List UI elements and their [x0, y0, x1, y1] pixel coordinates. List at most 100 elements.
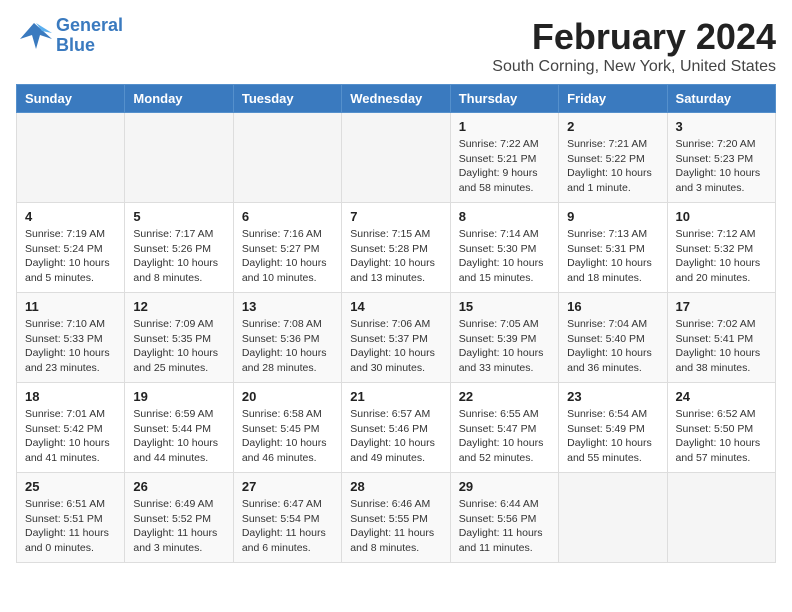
calendar-day-cell: 21 Sunrise: 6:57 AM Sunset: 5:46 PM Dayli… — [342, 383, 450, 473]
calendar-day-cell: 4Sunrise: 7:19 AM Sunset: 5:24 PM Daylig… — [17, 203, 125, 293]
day-number: 1 — [459, 119, 550, 134]
page-header: General Blue February 2024 South Corning… — [16, 16, 776, 76]
day-info: Sunrise: 7:08 AM Sunset: 5:36 PM Dayligh… — [242, 317, 333, 376]
calendar-week-row: 4Sunrise: 7:19 AM Sunset: 5:24 PM Daylig… — [17, 203, 776, 293]
calendar-day-cell — [667, 473, 775, 563]
day-info: Sunrise: 6:47 AM Sunset: 5:54 PM Dayligh… — [242, 497, 333, 556]
day-info: Sunrise: 6:54 AM Sunset: 5:49 PM Dayligh… — [567, 407, 658, 466]
calendar-day-cell: 13 Sunrise: 7:08 AM Sunset: 5:36 PM Dayli… — [233, 293, 341, 383]
day-info: Sunrise: 7:14 AM Sunset: 5:30 PM Dayligh… — [459, 227, 550, 286]
day-info: Sunrise: 7:20 AM Sunset: 5:23 PM Dayligh… — [676, 137, 767, 196]
day-number: 7 — [350, 209, 441, 224]
day-info: Sunrise: 7:09 AM Sunset: 5:35 PM Dayligh… — [133, 317, 224, 376]
day-info: Sunrise: 7:17 AM Sunset: 5:26 PM Dayligh… — [133, 227, 224, 286]
calendar-day-cell: 22 Sunrise: 6:55 AM Sunset: 5:47 PM Dayli… — [450, 383, 558, 473]
calendar-day-cell: 2Sunrise: 7:21 AM Sunset: 5:22 PM Daylig… — [559, 113, 667, 203]
day-number: 27 — [242, 479, 333, 494]
day-number: 19 — [133, 389, 224, 404]
logo-line2: Blue — [56, 36, 123, 56]
calendar-day-cell: 27 Sunrise: 6:47 AM Sunset: 5:54 PM Dayli… — [233, 473, 341, 563]
day-number: 18 — [25, 389, 116, 404]
day-number: 22 — [459, 389, 550, 404]
day-number: 8 — [459, 209, 550, 224]
day-number: 15 — [459, 299, 550, 314]
day-info: Sunrise: 7:06 AM Sunset: 5:37 PM Dayligh… — [350, 317, 441, 376]
calendar-day-cell: 8 Sunrise: 7:14 AM Sunset: 5:30 PM Daylig… — [450, 203, 558, 293]
day-of-week-header: Thursday — [450, 85, 558, 113]
day-of-week-header: Monday — [125, 85, 233, 113]
calendar-day-cell: 15 Sunrise: 7:05 AM Sunset: 5:39 PM Dayli… — [450, 293, 558, 383]
logo: General Blue — [16, 16, 123, 56]
day-info: Sunrise: 6:51 AM Sunset: 5:51 PM Dayligh… — [25, 497, 116, 556]
calendar-day-cell: 6 Sunrise: 7:16 AM Sunset: 5:27 PM Daylig… — [233, 203, 341, 293]
day-number: 16 — [567, 299, 658, 314]
day-number: 26 — [133, 479, 224, 494]
month-title: February 2024 — [492, 16, 776, 58]
logo-line1: General — [56, 16, 123, 36]
day-info: Sunrise: 6:58 AM Sunset: 5:45 PM Dayligh… — [242, 407, 333, 466]
calendar-day-cell: 19Sunrise: 6:59 AM Sunset: 5:44 PM Dayli… — [125, 383, 233, 473]
day-info: Sunrise: 7:01 AM Sunset: 5:42 PM Dayligh… — [25, 407, 116, 466]
day-number: 10 — [676, 209, 767, 224]
day-number: 6 — [242, 209, 333, 224]
calendar-day-cell — [342, 113, 450, 203]
day-number: 25 — [25, 479, 116, 494]
calendar-day-cell: 9 Sunrise: 7:13 AM Sunset: 5:31 PM Daylig… — [559, 203, 667, 293]
calendar-day-cell: 24 Sunrise: 6:52 AM Sunset: 5:50 PM Dayli… — [667, 383, 775, 473]
day-number: 3 — [676, 119, 767, 134]
day-of-week-header: Wednesday — [342, 85, 450, 113]
calendar-day-cell: 26 Sunrise: 6:49 AM Sunset: 5:52 PM Dayli… — [125, 473, 233, 563]
calendar-day-cell: 17 Sunrise: 7:02 AM Sunset: 5:41 PM Dayli… — [667, 293, 775, 383]
day-number: 13 — [242, 299, 333, 314]
day-number: 28 — [350, 479, 441, 494]
day-info: Sunrise: 7:04 AM Sunset: 5:40 PM Dayligh… — [567, 317, 658, 376]
calendar-day-cell: 23 Sunrise: 6:54 AM Sunset: 5:49 PM Dayli… — [559, 383, 667, 473]
calendar-week-row: 25 Sunrise: 6:51 AM Sunset: 5:51 PM Dayli… — [17, 473, 776, 563]
day-info: Sunrise: 7:12 AM Sunset: 5:32 PM Dayligh… — [676, 227, 767, 286]
day-number: 29 — [459, 479, 550, 494]
day-number: 4 — [25, 209, 116, 224]
day-of-week-header: Tuesday — [233, 85, 341, 113]
day-of-week-header: Saturday — [667, 85, 775, 113]
calendar-week-row: 18 Sunrise: 7:01 AM Sunset: 5:42 PM Dayli… — [17, 383, 776, 473]
day-info: Sunrise: 7:13 AM Sunset: 5:31 PM Dayligh… — [567, 227, 658, 286]
day-number: 14 — [350, 299, 441, 314]
calendar-day-cell — [125, 113, 233, 203]
day-info: Sunrise: 7:05 AM Sunset: 5:39 PM Dayligh… — [459, 317, 550, 376]
day-info: Sunrise: 7:16 AM Sunset: 5:27 PM Dayligh… — [242, 227, 333, 286]
day-info: Sunrise: 6:57 AM Sunset: 5:46 PM Dayligh… — [350, 407, 441, 466]
day-info: Sunrise: 6:49 AM Sunset: 5:52 PM Dayligh… — [133, 497, 224, 556]
title-block: February 2024 South Corning, New York, U… — [492, 16, 776, 76]
day-number: 20 — [242, 389, 333, 404]
day-info: Sunrise: 6:52 AM Sunset: 5:50 PM Dayligh… — [676, 407, 767, 466]
day-info: Sunrise: 7:10 AM Sunset: 5:33 PM Dayligh… — [25, 317, 116, 376]
day-info: Sunrise: 7:02 AM Sunset: 5:41 PM Dayligh… — [676, 317, 767, 376]
calendar-day-cell: 18 Sunrise: 7:01 AM Sunset: 5:42 PM Dayli… — [17, 383, 125, 473]
calendar-day-cell: 25 Sunrise: 6:51 AM Sunset: 5:51 PM Dayli… — [17, 473, 125, 563]
day-info: Sunrise: 7:21 AM Sunset: 5:22 PM Dayligh… — [567, 137, 658, 196]
calendar-day-cell: 7Sunrise: 7:15 AM Sunset: 5:28 PM Daylig… — [342, 203, 450, 293]
calendar-day-cell: 16 Sunrise: 7:04 AM Sunset: 5:40 PM Dayli… — [559, 293, 667, 383]
calendar-header-row: SundayMondayTuesdayWednesdayThursdayFrid… — [17, 85, 776, 113]
day-info: Sunrise: 7:22 AM Sunset: 5:21 PM Dayligh… — [459, 137, 550, 196]
calendar-day-cell: 28Sunrise: 6:46 AM Sunset: 5:55 PM Dayli… — [342, 473, 450, 563]
day-info: Sunrise: 6:55 AM Sunset: 5:47 PM Dayligh… — [459, 407, 550, 466]
calendar-table: SundayMondayTuesdayWednesdayThursdayFrid… — [16, 84, 776, 563]
calendar-day-cell: 10 Sunrise: 7:12 AM Sunset: 5:32 PM Dayli… — [667, 203, 775, 293]
calendar-day-cell: 5Sunrise: 7:17 AM Sunset: 5:26 PM Daylig… — [125, 203, 233, 293]
calendar-day-cell: 14 Sunrise: 7:06 AM Sunset: 5:37 PM Dayli… — [342, 293, 450, 383]
day-number: 9 — [567, 209, 658, 224]
calendar-day-cell: 29Sunrise: 6:44 AM Sunset: 5:56 PM Dayli… — [450, 473, 558, 563]
calendar-day-cell: 12Sunrise: 7:09 AM Sunset: 5:35 PM Dayli… — [125, 293, 233, 383]
day-number: 21 — [350, 389, 441, 404]
day-number: 23 — [567, 389, 658, 404]
logo-bird-icon — [16, 21, 52, 51]
calendar-week-row: 1 Sunrise: 7:22 AM Sunset: 5:21 PM Daylig… — [17, 113, 776, 203]
day-number: 24 — [676, 389, 767, 404]
location: South Corning, New York, United States — [492, 58, 776, 76]
calendar-day-cell: 20 Sunrise: 6:58 AM Sunset: 5:45 PM Dayli… — [233, 383, 341, 473]
calendar-day-cell — [233, 113, 341, 203]
day-number: 17 — [676, 299, 767, 314]
day-of-week-header: Sunday — [17, 85, 125, 113]
day-of-week-header: Friday — [559, 85, 667, 113]
